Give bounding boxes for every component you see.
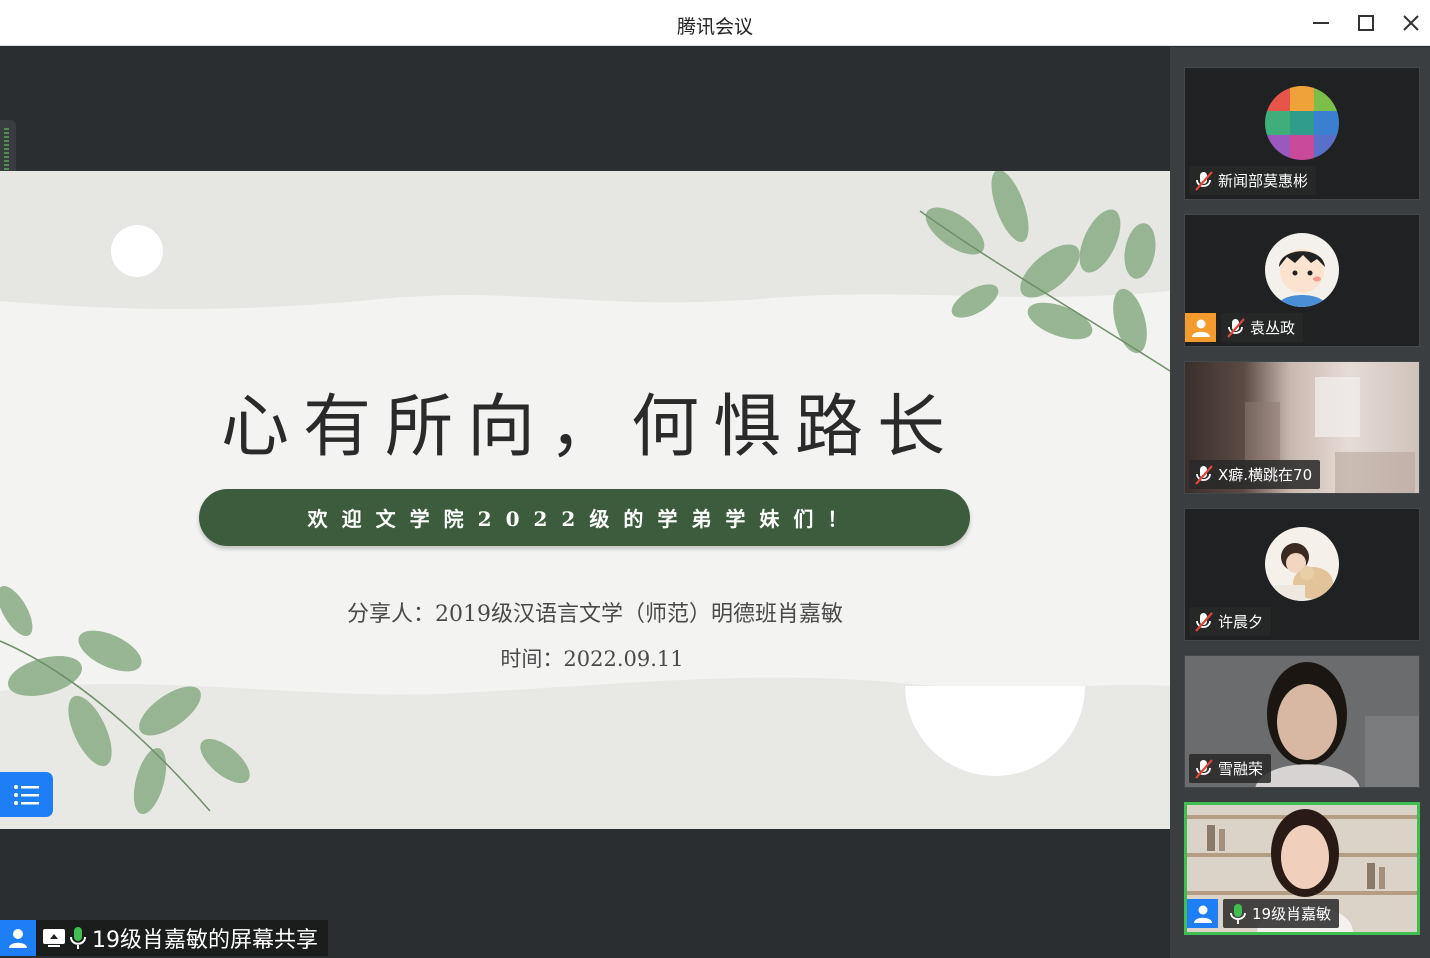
participant-name: X癖.横跳在70 bbox=[1218, 466, 1313, 484]
list-icon bbox=[13, 784, 39, 805]
participant-name-tag: 新闻部莫惠彬 bbox=[1189, 166, 1317, 195]
participant-tile[interactable]: 许晨夕 bbox=[1184, 508, 1420, 641]
slide-date: 时间：2022.09.11 bbox=[500, 647, 684, 671]
host-badge bbox=[0, 920, 36, 956]
participant-tile[interactable]: 新闻部莫惠彬 bbox=[1184, 67, 1420, 200]
participant-name-tag: 19级肖嘉敏 bbox=[1223, 899, 1340, 928]
participant-name: 新闻部莫惠彬 bbox=[1218, 172, 1309, 190]
welcome-banner: 欢迎文学院2022级的学弟学妹们！ bbox=[199, 489, 970, 546]
user-icon bbox=[9, 929, 27, 948]
participant-name-tag: 袁丛政 bbox=[1221, 313, 1304, 342]
mic-muted-icon bbox=[1195, 464, 1213, 485]
member-list-button[interactable] bbox=[0, 772, 53, 817]
window-titlebar: 腾讯会议 bbox=[0, 0, 1430, 46]
maximize-button[interactable] bbox=[1351, 8, 1381, 38]
participant-avatar bbox=[1265, 527, 1339, 601]
slide-title: 心有所向，何惧路长 bbox=[220, 388, 959, 467]
participant-name-tag: X癖.横跳在70 bbox=[1189, 460, 1321, 489]
close-button[interactable] bbox=[1396, 8, 1426, 38]
maximize-icon bbox=[1358, 15, 1374, 31]
minimize-button[interactable] bbox=[1306, 8, 1336, 38]
window-title: 腾讯会议 bbox=[676, 16, 753, 38]
participant-tile[interactable]: 袁丛政 bbox=[1184, 214, 1420, 347]
participant-video-tile[interactable]: X癖.横跳在70 bbox=[1184, 361, 1420, 494]
screen-share-label: 19级肖嘉敏的屏幕共享 bbox=[0, 920, 328, 956]
participant-name: 袁丛政 bbox=[1250, 319, 1296, 337]
participant-avatar bbox=[1265, 86, 1339, 160]
participant-video-tile-active[interactable]: 19级肖嘉敏 bbox=[1184, 802, 1420, 935]
participant-name: 雪融荣 bbox=[1218, 760, 1264, 778]
participant-video-tile[interactable]: 雪融荣 bbox=[1184, 655, 1420, 788]
participants-sidebar: 新闻部莫惠彬 袁丛政 X癖.横跳在70 许晨夕 雪融荣 19级肖嘉敏 bbox=[1170, 47, 1430, 958]
mic-muted-icon bbox=[1195, 758, 1213, 779]
user-icon bbox=[1191, 319, 1210, 337]
mic-icon bbox=[1230, 903, 1246, 924]
participant-name-tag: 雪融荣 bbox=[1189, 754, 1272, 783]
participant-name: 19级肖嘉敏 bbox=[1252, 905, 1332, 923]
participant-name-tag: 许晨夕 bbox=[1189, 607, 1272, 636]
host-badge bbox=[1187, 899, 1218, 928]
mic-icon bbox=[70, 927, 86, 949]
welcome-banner-text: 欢迎文学院2022级的学弟学妹们！ bbox=[307, 507, 862, 531]
screen-share-label-text: 19级肖嘉敏的屏幕共享 bbox=[92, 928, 318, 953]
mic-muted-icon bbox=[1195, 611, 1213, 632]
host-badge bbox=[1185, 313, 1216, 342]
participant-avatar bbox=[1265, 233, 1339, 307]
participant-name: 许晨夕 bbox=[1218, 613, 1264, 631]
user-icon bbox=[1193, 905, 1212, 923]
presentation-slide: 心有所向，何惧路长 欢迎文学院2022级的学弟学妹们！ 分享人：2019级汉语言… bbox=[0, 171, 1170, 829]
close-icon bbox=[1403, 15, 1419, 31]
screen-share-stage: 心有所向，何惧路长 欢迎文学院2022级的学弟学妹们！ 分享人：2019级汉语言… bbox=[0, 47, 1170, 958]
slide-presenter: 分享人：2019级汉语言文学（师范）明德班肖嘉敏 bbox=[347, 602, 843, 627]
screen-share-icon bbox=[43, 929, 65, 947]
mic-muted-icon bbox=[1195, 170, 1213, 191]
minimize-icon bbox=[1313, 22, 1329, 24]
mic-muted-icon bbox=[1227, 317, 1245, 338]
